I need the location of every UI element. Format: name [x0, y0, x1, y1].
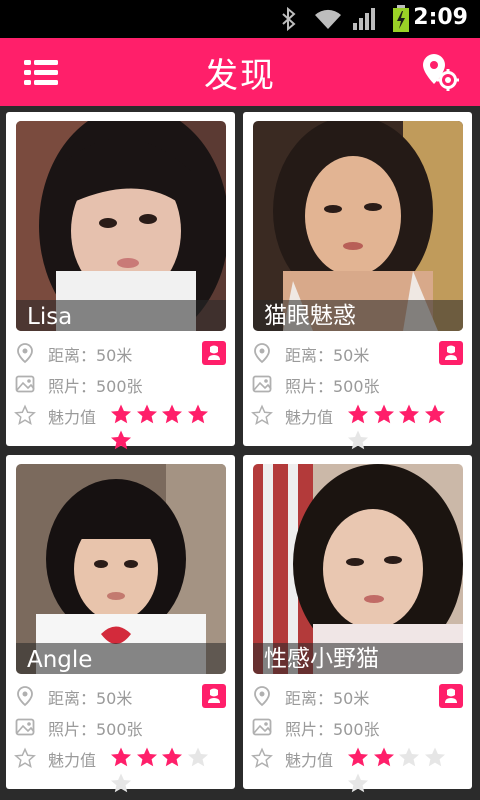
bluetooth-icon: [282, 7, 296, 31]
location-pin-icon: [254, 343, 270, 364]
star-filled-icon: [373, 404, 394, 424]
charm-label: 魅力值: [285, 751, 334, 770]
image-icon: [15, 718, 35, 736]
star-empty-icon: [348, 773, 368, 793]
user-photo[interactable]: 性感小野猫: [253, 464, 463, 674]
charm-rating: [109, 746, 228, 793]
user-photo[interactable]: Angle: [16, 464, 226, 674]
name-overlay: 猫眼魅惑: [253, 300, 463, 331]
name-overlay: 性感小野猫: [253, 643, 463, 674]
distance-row: 距离：50米: [251, 340, 465, 366]
star-filled-icon: [348, 404, 368, 424]
star-empty-icon: [348, 430, 368, 450]
user-card[interactable]: Lisa 距离：50米 照片：500张 魅力值: [6, 112, 235, 450]
image-icon: [252, 718, 272, 736]
charm-row: 魅力值: [251, 402, 465, 450]
photos-label: 照片：500张: [285, 720, 380, 739]
star-filled-icon: [373, 747, 394, 767]
photos-label: 照片：500张: [48, 720, 143, 739]
star-empty-icon: [399, 747, 419, 767]
charm-label: 魅力值: [285, 408, 334, 427]
location-settings-icon: [423, 54, 459, 91]
user-name: Lisa: [27, 304, 73, 330]
star-filled-icon: [399, 404, 419, 424]
star-filled-icon: [162, 404, 182, 424]
photos-label: 照片：500张: [285, 377, 380, 396]
star-filled-icon: [136, 747, 157, 767]
page-title: 发现: [204, 56, 276, 96]
star-empty-icon: [424, 747, 445, 767]
star-filled-icon: [111, 430, 131, 450]
user-name: 猫眼魅惑: [264, 303, 356, 329]
person-icon: [445, 345, 457, 360]
charm-label: 魅力值: [48, 408, 97, 427]
user-photo[interactable]: Lisa: [16, 121, 226, 331]
star-filled-icon: [162, 747, 182, 767]
user-photo[interactable]: 猫眼魅惑: [253, 121, 463, 331]
star-filled-icon: [136, 404, 157, 424]
distance-label: 距离：50米: [285, 346, 370, 365]
charm-rating: [109, 403, 228, 450]
profile-badge-button[interactable]: [202, 684, 226, 708]
name-overlay: Angle: [16, 643, 226, 674]
charm-rating: [346, 746, 465, 793]
star-filled-icon: [348, 747, 368, 767]
charm-row: 魅力值: [14, 745, 228, 793]
photos-label: 照片：500张: [48, 377, 143, 396]
star-outline-icon: [14, 404, 36, 426]
charm-row: 魅力值: [251, 745, 465, 793]
status-time: 2:09: [413, 5, 468, 30]
distance-row: 距离：50米: [14, 340, 228, 366]
star-outline-icon: [251, 747, 273, 769]
charm-label: 魅力值: [48, 751, 97, 770]
distance-label: 距离：50米: [48, 689, 133, 708]
photos-row: 照片：500张: [14, 371, 228, 397]
distance-row: 距离：50米: [251, 683, 465, 709]
app-bar: 发现: [0, 38, 480, 106]
photos-row: 照片：500张: [14, 714, 228, 740]
location-pin-icon: [254, 686, 270, 707]
star-filled-icon: [424, 404, 445, 424]
star-empty-icon: [111, 773, 131, 793]
wifi-icon: [315, 9, 341, 29]
name-overlay: Lisa: [16, 300, 226, 331]
user-card[interactable]: Angle 距离：50米 照片：500张 魅力值: [6, 455, 235, 793]
profile-badge-button[interactable]: [202, 341, 226, 365]
photos-row: 照片：500张: [251, 371, 465, 397]
profile-badge-button[interactable]: [439, 341, 463, 365]
person-icon: [208, 345, 220, 360]
location-settings-button[interactable]: [418, 50, 462, 94]
status-bar: 2:09: [0, 0, 480, 38]
star-outline-icon: [14, 747, 36, 769]
distance-label: 距离：50米: [48, 346, 133, 365]
location-pin-icon: [17, 686, 33, 707]
distance-label: 距离：50米: [285, 689, 370, 708]
user-card[interactable]: 性感小野猫 距离：50米 照片：500张 魅力值: [243, 455, 472, 793]
charm-rating: [346, 403, 465, 450]
person-icon: [208, 688, 220, 703]
image-icon: [252, 375, 272, 393]
signal-icon: [353, 8, 375, 30]
person-icon: [445, 688, 457, 703]
image-icon: [15, 375, 35, 393]
star-filled-icon: [111, 747, 131, 767]
distance-row: 距离：50米: [14, 683, 228, 709]
star-outline-icon: [251, 404, 273, 426]
location-pin-icon: [17, 343, 33, 364]
user-name: 性感小野猫: [264, 646, 379, 672]
battery-charging-icon: [393, 5, 409, 32]
charm-row: 魅力值: [14, 402, 228, 450]
profile-badge-button[interactable]: [439, 684, 463, 708]
user-name: Angle: [27, 647, 93, 673]
photos-row: 照片：500张: [251, 714, 465, 740]
star-empty-icon: [187, 747, 208, 767]
star-filled-icon: [187, 404, 208, 424]
star-filled-icon: [111, 404, 131, 424]
user-card[interactable]: 猫眼魅惑 距离：50米 照片：500张 魅力值: [243, 112, 472, 450]
